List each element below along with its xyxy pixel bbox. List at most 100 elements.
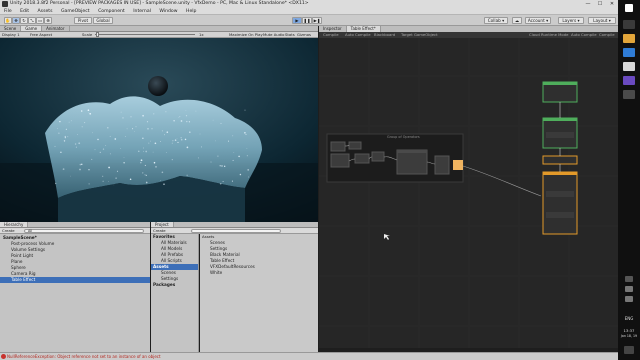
hierarchy-item-label: Point Light: [11, 253, 34, 258]
taskbar-edge-icon[interactable]: [623, 48, 635, 57]
menu-gameobject[interactable]: GameObject: [61, 9, 90, 14]
vfx-auto-compile-right[interactable]: Auto Compile: [571, 32, 597, 38]
close-button[interactable]: ✕: [606, 0, 618, 8]
menu-internal[interactable]: Internal: [133, 9, 151, 14]
game-render: [0, 38, 318, 222]
vfx-auto-compile-toggle[interactable]: Auto Compile: [345, 32, 371, 38]
layers-label: Layers: [562, 18, 577, 23]
window-title-bar: Unity 2018.3.8f2 Personal - [PREVIEW PAC…: [0, 0, 618, 8]
collab-dropdown[interactable]: Collab ▾: [484, 17, 508, 24]
hierarchy-item-label: Volume Settings: [11, 247, 46, 252]
pivot-toggle[interactable]: Pivot: [74, 17, 92, 24]
maximize-button[interactable]: ☐: [594, 0, 606, 8]
language-indicator[interactable]: ENG: [618, 316, 640, 321]
hierarchy-item-label: SampleScene*: [3, 235, 37, 240]
operator-node-1: [330, 141, 346, 152]
project-tree-item-label: All Prefabs: [161, 252, 184, 257]
spawn-context: [542, 81, 578, 103]
project-tree-item-label: Settings: [161, 276, 179, 281]
tray-chevron-icon[interactable]: [625, 276, 633, 282]
operator-node-5: [371, 151, 385, 162]
hierarchy-item-label: Camera Rig: [11, 271, 36, 276]
project-file-item-label: White: [210, 270, 223, 275]
operator-group-title: Group of Operators: [387, 135, 420, 139]
vfx-compile-button[interactable]: Compile: [323, 32, 339, 38]
taskbar-search-icon[interactable]: [623, 20, 635, 29]
move-tool-icon[interactable]: ✥: [12, 17, 20, 24]
vfx-compile-right[interactable]: Compile: [599, 32, 615, 38]
hierarchy-search-input[interactable]: All: [24, 229, 144, 233]
windows-start-icon[interactable]: [625, 4, 633, 12]
project-file-item-label: Scenes: [210, 240, 225, 245]
scale-slider-handle[interactable]: [96, 32, 99, 37]
hierarchy-list: SampleScene* Post-process Volume Volume Se…: [0, 234, 150, 352]
sphere-object: [148, 76, 168, 96]
project-folder-tree: Favorites All Materials All Models All Pref…: [151, 234, 199, 352]
vfx-toolbar: Compile Auto Compile Blackboard Target G…: [319, 32, 618, 38]
taskbar-app-icon[interactable]: [623, 90, 635, 99]
operator-node-2: [330, 153, 350, 168]
menu-assets[interactable]: Assets: [38, 9, 53, 14]
project-file-item-label: Black Material: [210, 252, 240, 257]
transform-tool-icon[interactable]: ⊕: [44, 17, 52, 24]
account-label: Account: [527, 18, 545, 23]
hierarchy-item[interactable]: Table Effect: [0, 277, 150, 283]
operator-node-7: [434, 155, 450, 175]
error-icon: [1, 354, 6, 359]
minimize-button[interactable]: —: [582, 0, 594, 8]
console-status-bar[interactable]: NullReferenceException: Object reference…: [0, 352, 618, 360]
output-property-node: [453, 160, 463, 170]
menu-component[interactable]: Component: [98, 9, 125, 14]
account-dropdown[interactable]: Account ▾: [525, 17, 551, 24]
collab-label: Collab: [487, 18, 501, 23]
update-context: [542, 155, 578, 165]
hierarchy-item-label: Plane: [11, 259, 23, 264]
menu-edit[interactable]: Edit: [20, 9, 29, 14]
project-tree-item-label: All Models: [161, 246, 183, 251]
cloud-icon[interactable]: ☁: [512, 17, 522, 24]
project-search-input[interactable]: [191, 229, 281, 233]
project-tree-item-label: Packages: [153, 282, 176, 287]
hierarchy-item-label: Table Effect: [11, 277, 36, 282]
main-toolbar: ✋ ✥ ↻ ⤡ ▭ ⊕ Pivot Global ▶ ❚❚ ▶❚ Collab …: [0, 15, 618, 26]
global-toggle[interactable]: Global: [93, 17, 113, 24]
layout-dropdown[interactable]: Layout ▾: [588, 17, 616, 24]
taskbar-explorer-icon[interactable]: [623, 34, 635, 43]
vfx-graph-canvas[interactable]: Group of Operators: [319, 26, 618, 348]
hierarchy-item-label: Post-process Volume: [11, 241, 55, 246]
project-file-item[interactable]: White: [202, 270, 318, 276]
project-tree-item-label: Favorites: [153, 234, 175, 239]
rotate-tool-icon[interactable]: ↻: [20, 17, 28, 24]
rect-tool-icon[interactable]: ▭: [36, 17, 44, 24]
clock-time[interactable]: 13:37: [618, 328, 640, 333]
pause-button[interactable]: ❚❚: [302, 17, 312, 24]
window-title: Unity 2018.3.8f2 Personal - [PREVIEW PAC…: [10, 1, 309, 6]
hierarchy-item-label: Sphere: [11, 265, 26, 270]
project-tree-item-label: All Materials: [161, 240, 187, 245]
scale-tool-icon[interactable]: ⤡: [28, 17, 36, 24]
tray-volume-icon[interactable]: [625, 296, 633, 302]
menu-help[interactable]: Help: [186, 9, 196, 14]
tray-network-icon[interactable]: [625, 286, 633, 292]
game-view-viewport[interactable]: [0, 38, 318, 222]
step-button[interactable]: ▶❚: [312, 17, 322, 24]
menu-window[interactable]: Window: [159, 9, 177, 14]
status-message: NullReferenceException: Object reference…: [7, 354, 161, 359]
notification-icon[interactable]: [624, 346, 634, 354]
hand-tool-icon[interactable]: ✋: [4, 17, 12, 24]
layers-dropdown[interactable]: Layers ▾: [558, 17, 584, 24]
clock-date[interactable]: Jan 18, 19: [618, 334, 640, 338]
menu-file[interactable]: File: [4, 9, 12, 14]
vfx-blackboard-toggle[interactable]: Blackboard: [374, 32, 395, 38]
scale-slider[interactable]: [95, 34, 195, 35]
vfx-cloud-runtime-toggle[interactable]: Cloud Runtime Mode: [529, 32, 568, 38]
vfx-target-gameobject[interactable]: Target GameObject: [401, 32, 438, 38]
project-tree-item[interactable]: Packages: [151, 282, 198, 288]
layout-label: Layout: [593, 18, 608, 23]
operator-node-3: [348, 141, 362, 150]
play-button[interactable]: ▶: [292, 17, 302, 24]
project-file-item-label: VFXDefaultResources: [210, 264, 255, 269]
windows-taskbar: ENG 13:37 Jan 18, 19: [618, 0, 640, 360]
taskbar-visualstudio-icon[interactable]: [623, 76, 635, 85]
taskbar-unity-icon[interactable]: [623, 62, 635, 71]
